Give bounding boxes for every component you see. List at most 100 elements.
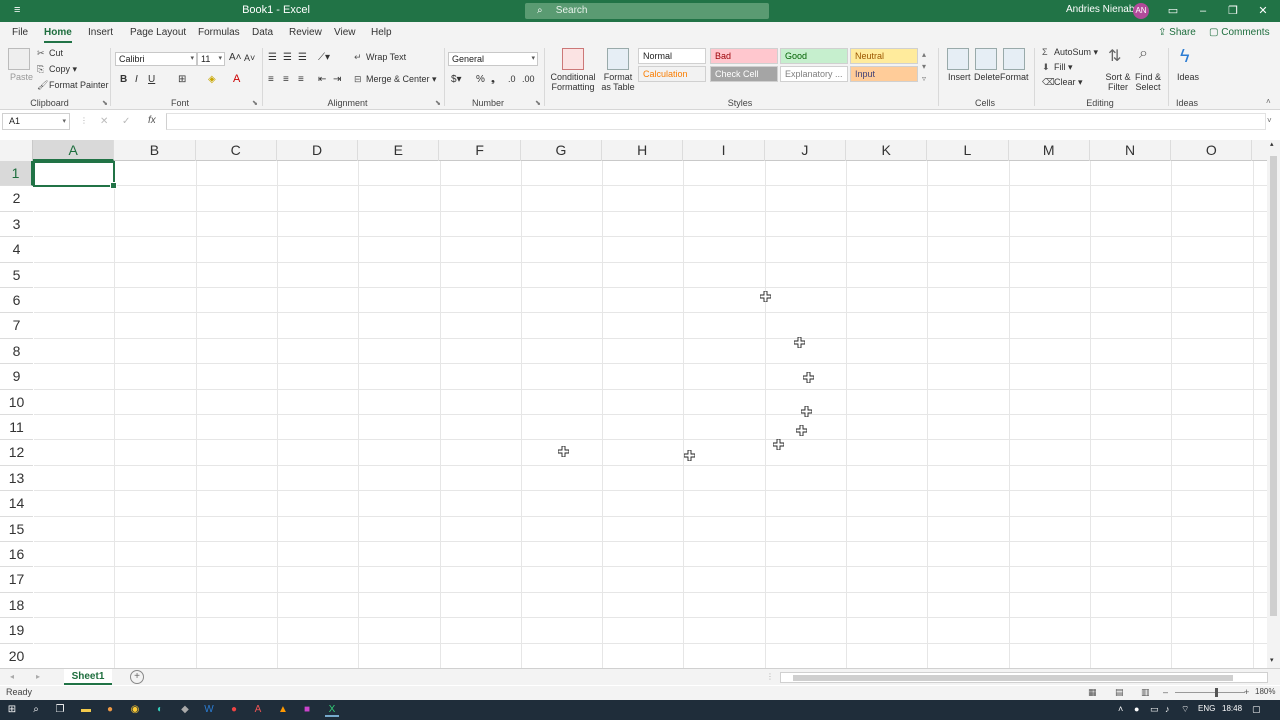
italic-icon[interactable]: I: [135, 74, 138, 85]
orientation-icon[interactable]: ⟋▾: [318, 52, 330, 63]
decrease-indent-icon[interactable]: ⇤: [318, 74, 326, 85]
find-select-button[interactable]: Find & Select: [1132, 72, 1164, 92]
borders-icon[interactable]: ⊞: [178, 74, 186, 85]
lightning-icon[interactable]: ϟ: [1180, 46, 1190, 67]
page-break-view-icon[interactable]: ▥: [1141, 687, 1150, 698]
enter-icon[interactable]: ✓: [122, 116, 130, 127]
sort-filter-button[interactable]: Sort & Filter: [1104, 72, 1132, 92]
pdf-reader-icon[interactable]: ●: [227, 703, 241, 717]
tab-split-handle-icon[interactable]: ⋮: [766, 672, 774, 681]
format-as-table-icon[interactable]: [607, 48, 629, 70]
active-cell[interactable]: [33, 161, 117, 189]
format-cells-button[interactable]: Format: [1000, 72, 1029, 82]
bold-icon[interactable]: B: [120, 74, 127, 85]
column-header-j[interactable]: J: [765, 140, 846, 161]
column-header-a[interactable]: A: [33, 140, 115, 161]
next-sheet-icon[interactable]: ▸: [36, 672, 40, 681]
tab-view[interactable]: View: [334, 27, 356, 38]
zoom-out-icon[interactable]: –: [1163, 687, 1168, 697]
font-launcher-icon[interactable]: ⬊: [252, 99, 258, 107]
row-header-10[interactable]: 10: [0, 390, 33, 415]
column-header-e[interactable]: E: [358, 140, 440, 161]
row-header-8[interactable]: 8: [0, 339, 33, 365]
tab-review[interactable]: Review: [289, 27, 322, 38]
number-launcher-icon[interactable]: ⬊: [535, 99, 541, 107]
close-icon[interactable]: ✕: [1248, 2, 1278, 20]
minimize-icon[interactable]: –: [1188, 2, 1218, 20]
cell-style-calculation[interactable]: Calculation: [638, 66, 706, 82]
gallery-up-icon[interactable]: ▴: [922, 50, 926, 59]
battery-icon[interactable]: ▭: [1150, 704, 1159, 715]
vertical-scroll-thumb[interactable]: [1270, 156, 1277, 616]
column-header-f[interactable]: F: [440, 140, 521, 161]
network-icon[interactable]: ⌔: [1181, 704, 1189, 715]
vertical-scrollbar[interactable]: ▴ ▾: [1267, 140, 1280, 668]
sort-filter-icon[interactable]: ⇅: [1108, 46, 1121, 66]
language-indicator[interactable]: ENG: [1198, 704, 1215, 713]
expand-formula-bar-icon[interactable]: ˅: [1267, 116, 1272, 125]
format-as-table-button[interactable]: Format as Table: [598, 72, 638, 92]
row-header-20[interactable]: 20: [0, 644, 33, 668]
avatar[interactable]: AN: [1133, 3, 1149, 19]
zoom-slider-knob[interactable]: [1215, 688, 1218, 697]
underline-icon[interactable]: U: [148, 74, 155, 85]
scroll-up-icon[interactable]: ▴: [1270, 140, 1274, 148]
insert-function-icon[interactable]: fx: [148, 115, 156, 126]
ideas-button[interactable]: Ideas: [1177, 72, 1199, 82]
cut-button[interactable]: ✂ Cut: [37, 48, 63, 59]
cell-style-normal[interactable]: Normal: [638, 48, 706, 64]
insert-cells-button[interactable]: Insert: [948, 72, 971, 82]
clipboard-launcher-icon[interactable]: ⬊: [102, 99, 108, 107]
row-header-9[interactable]: 9: [0, 364, 33, 390]
tab-page-layout[interactable]: Page Layout: [130, 27, 186, 38]
file-explorer-icon[interactable]: ▬: [79, 703, 93, 717]
worksheet-grid[interactable]: ABCDEFGHIJKLMNO 1 2 3 4 5 6 7 8 9 10 11 12 13 14 15 16 1…: [0, 140, 1267, 668]
fill-button[interactable]: ⬇ Fill ▾: [1042, 62, 1073, 73]
access-icon[interactable]: A: [251, 703, 265, 717]
search-box[interactable]: ⌕ Search: [525, 3, 769, 19]
delete-cells-button[interactable]: Delete: [974, 72, 1000, 82]
page-layout-view-icon[interactable]: ▤: [1115, 687, 1124, 698]
sheet-tab-sheet1[interactable]: Sheet1: [64, 669, 112, 685]
normal-view-icon[interactable]: ▦: [1088, 687, 1097, 698]
row-header-14[interactable]: 14: [0, 491, 33, 517]
column-header-b[interactable]: B: [114, 140, 196, 161]
add-sheet-icon[interactable]: +: [130, 670, 144, 684]
row-header-12[interactable]: 12: [0, 440, 33, 466]
tab-insert[interactable]: Insert: [88, 27, 113, 38]
align-top-icon[interactable]: ☰: [268, 52, 277, 63]
row-header-11[interactable]: 11: [0, 415, 33, 441]
wrap-text-button[interactable]: ↵ Wrap Text: [354, 52, 406, 63]
row-header-15[interactable]: 15: [0, 517, 33, 542]
column-header-h[interactable]: H: [602, 140, 684, 161]
vlc-icon[interactable]: ▲: [276, 703, 290, 717]
cell-style-bad[interactable]: Bad: [710, 48, 778, 64]
align-middle-icon[interactable]: ☰: [283, 52, 292, 63]
row-header-2[interactable]: 2: [0, 186, 33, 212]
volume-icon[interactable]: ♪: [1165, 704, 1170, 714]
align-center-icon[interactable]: ≡: [283, 74, 289, 85]
tab-data[interactable]: Data: [252, 27, 273, 38]
paste-button[interactable]: Paste: [10, 72, 33, 82]
cell-style-neutral[interactable]: Neutral: [850, 48, 918, 64]
decrease-font-icon[interactable]: A˅: [244, 53, 255, 63]
cell-style-input[interactable]: Input: [850, 66, 918, 82]
cell-style-explanatory[interactable]: Explanatory ...: [780, 66, 848, 82]
insert-cells-icon[interactable]: [947, 48, 969, 70]
firefox-icon[interactable]: ●: [103, 703, 117, 717]
edge-icon[interactable]: ◐: [153, 703, 167, 717]
column-header-c[interactable]: C: [196, 140, 277, 161]
merge-center-button[interactable]: ⊟ Merge & Center ▾: [354, 74, 437, 85]
currency-icon[interactable]: $▾: [451, 74, 462, 85]
font-name-combo[interactable]: Calibri ▾: [115, 52, 197, 66]
cell-style-check-cell[interactable]: Check Cell: [710, 66, 778, 82]
share-button[interactable]: ⇪ Share: [1158, 27, 1196, 38]
decrease-decimal-icon[interactable]: .00: [522, 74, 535, 84]
increase-indent-icon[interactable]: ⇥: [333, 74, 341, 85]
gallery-down-icon[interactable]: ▾: [922, 62, 926, 71]
row-header-19[interactable]: 19: [0, 618, 33, 644]
percent-icon[interactable]: %: [476, 74, 485, 85]
zoom-slider[interactable]: [1175, 688, 1245, 697]
paste-icon[interactable]: [8, 48, 30, 70]
notifications-icon[interactable]: ▢: [1252, 704, 1261, 715]
